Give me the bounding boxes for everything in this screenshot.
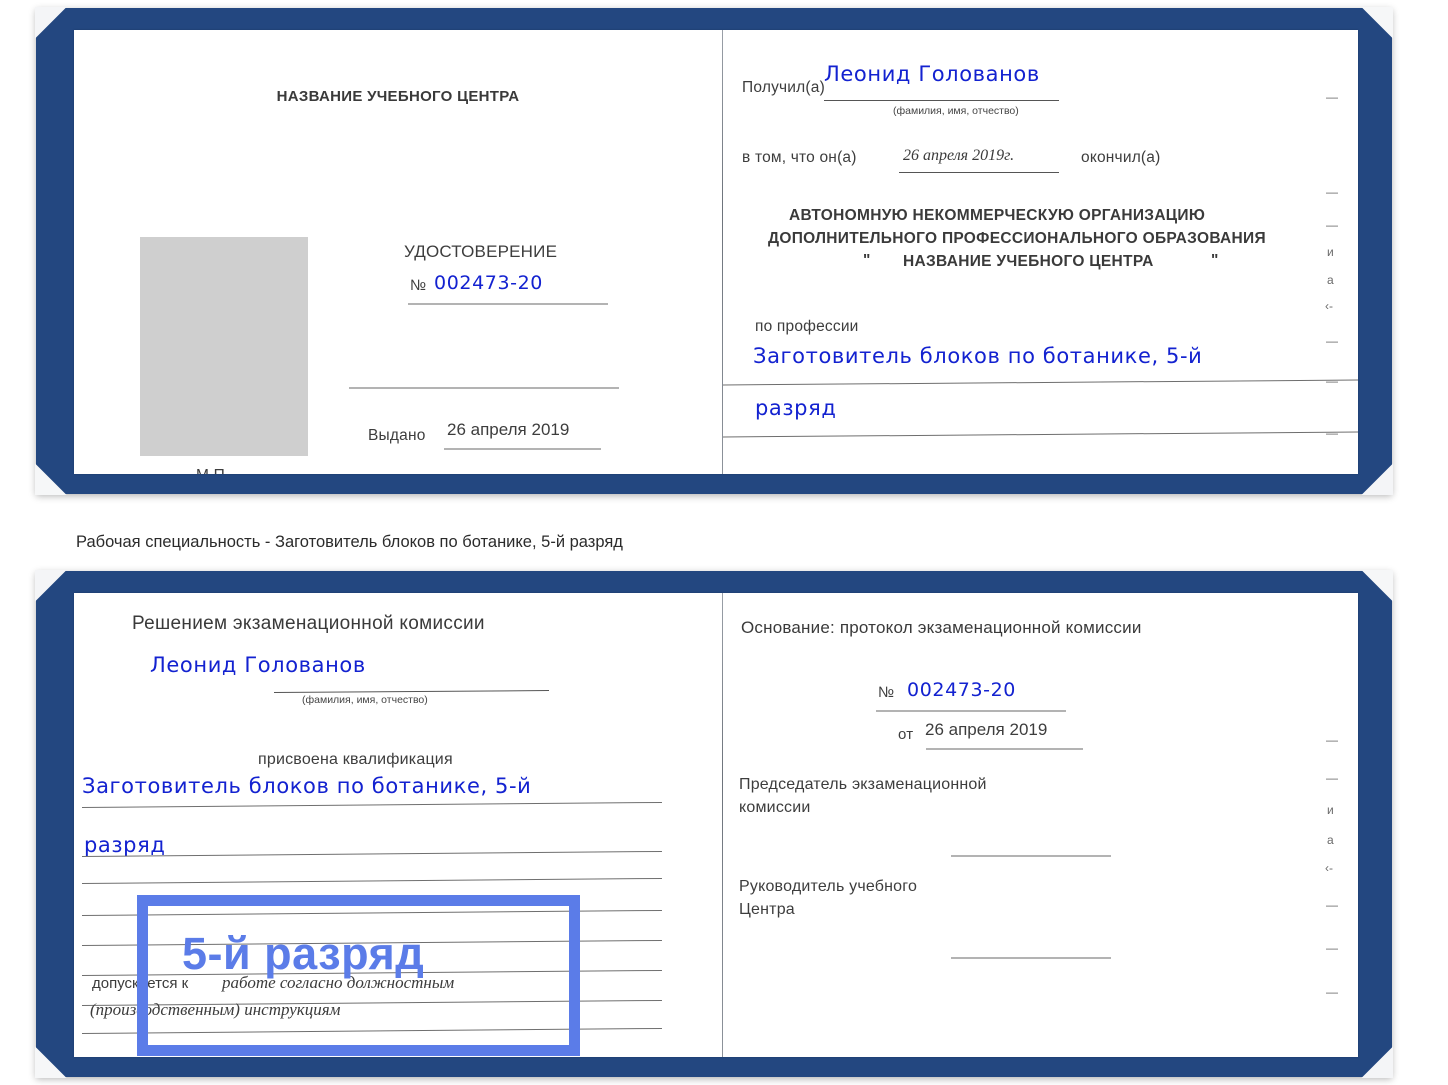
profession-rule-2 — [723, 431, 1358, 438]
profession-rule-1 — [723, 379, 1358, 386]
edge-fragment: — — [1326, 733, 1338, 747]
edge-fragment: а — [1327, 273, 1334, 287]
in-that-value: 26 апреля 2019г. — [903, 147, 1015, 164]
bottom-certificate-left-page: Решением экзаменационной комиссии Леонид… — [74, 593, 722, 1057]
chairman-signature-rule — [951, 855, 1111, 857]
head-label-line-1: Руководитель учебного — [739, 878, 918, 895]
top-certificate-paper: НАЗВАНИЕ УЧЕБНОГО ЦЕНТРА М.П. УДОСТОВЕРЕ… — [74, 30, 1358, 474]
edge-fragment: — — [1326, 941, 1338, 955]
protocol-number-value: 002473-20 — [907, 679, 1016, 701]
rule-line — [81, 801, 662, 808]
organization-quote-open: " — [863, 252, 871, 269]
top-certificate-folder: НАЗВАНИЕ УЧЕБНОГО ЦЕНТРА М.П. УДОСТОВЕРЕ… — [35, 7, 1393, 495]
received-value: Леонид Голованов — [824, 62, 1040, 86]
protocol-number-rule — [876, 710, 1066, 712]
profession-value-line-2: разряд — [755, 396, 837, 420]
issued-rule — [444, 448, 601, 450]
organization-quote-close: " — [1211, 252, 1219, 269]
protocol-date-label: от — [898, 726, 914, 743]
top-certificate-left-page: НАЗВАНИЕ УЧЕБНОГО ЦЕНТРА М.П. УДОСТОВЕРЕ… — [74, 30, 722, 474]
photo-placeholder — [140, 237, 308, 456]
rule-line — [81, 877, 662, 884]
chairman-label-line-2: комиссии — [739, 799, 811, 816]
edge-fragment: — — [1326, 218, 1338, 232]
bottom-certificate-paper: Решением экзаменационной комиссии Леонид… — [74, 593, 1358, 1057]
edge-fragment: ‹- — [1325, 861, 1333, 875]
finished-label: окончил(а) — [1081, 149, 1161, 166]
stamp-label: М.П. — [196, 467, 229, 474]
profession-label: по профессии — [755, 318, 859, 335]
edge-fragment: — — [1326, 334, 1338, 348]
page-caption: Рабочая специальность - Заготовитель бло… — [76, 533, 623, 551]
folder-corner-top-right — [1359, 7, 1393, 41]
training-center-name-title: НАЗВАНИЕ УЧЕБНОГО ЦЕНТРА — [276, 88, 520, 105]
protocol-date-rule — [926, 748, 1083, 750]
basis-label: Основание: протокол экзаменационной коми… — [741, 618, 1142, 637]
edge-fragment: а — [1327, 833, 1334, 847]
bottom-certificate-right-page: Основание: протокол экзаменационной коми… — [723, 593, 1358, 1057]
edge-fragment: — — [1326, 898, 1338, 912]
edge-fragment: и — [1327, 245, 1334, 259]
number-label: № — [410, 277, 427, 294]
edge-fragment: ‹- — [1325, 299, 1333, 313]
blank-rule — [349, 387, 619, 389]
edge-fragment: — — [1326, 426, 1338, 440]
organization-line-3: НАЗВАНИЕ УЧЕБНОГО ЦЕНТРА — [903, 253, 1154, 270]
received-rule — [824, 100, 1059, 101]
protocol-number-label: № — [878, 684, 895, 701]
highlight-callout-text: 5-й разряд — [182, 928, 425, 979]
edge-fragment: — — [1326, 771, 1338, 785]
organization-line-1: АВТОНОМНУЮ НЕКОММЕРЧЕСКУЮ ОРГАНИЗАЦИЮ — [789, 207, 1206, 224]
folder-corner-bottom-left — [35, 1044, 69, 1078]
chairman-label-line-1: Председатель экзаменационной — [739, 776, 987, 793]
folder-corner-top-right — [1359, 570, 1393, 604]
bottom-certificate-folder: Решением экзаменационной комиссии Леонид… — [35, 570, 1393, 1078]
in-that-rule — [899, 172, 1059, 173]
protocol-date-value: 26 апреля 2019 — [925, 720, 1048, 739]
edge-fragment: — — [1326, 185, 1338, 199]
edge-fragment: — — [1326, 985, 1338, 999]
number-value: 002473-20 — [434, 272, 543, 294]
udostoverenie-title: УДОСТОВЕРЕНИЕ — [404, 242, 558, 261]
organization-line-2: ДОПОЛНИТЕЛЬНОГО ПРОФЕССИОНАЛЬНОГО ОБРАЗО… — [768, 230, 1266, 247]
folder-corner-bottom-left — [35, 461, 69, 495]
issued-label: Выдано — [368, 427, 426, 444]
top-certificate-right-page: Получил(а) Леонид Голованов (фамилия, им… — [723, 30, 1358, 474]
received-label: Получил(а) — [742, 79, 825, 96]
edge-fragment: и — [1327, 803, 1334, 817]
rule-line — [81, 850, 662, 857]
received-hint: (фамилия, имя, отчество) — [893, 105, 1019, 117]
issued-value: 26 апреля 2019 — [447, 420, 570, 439]
profession-value-line-1: Заготовитель блоков по ботанике, 5-й — [753, 344, 1203, 368]
in-that-label: в том, что он(а) — [742, 149, 857, 166]
edge-fragment: — — [1326, 374, 1338, 388]
head-signature-rule — [951, 957, 1111, 959]
edge-fragment: — — [1326, 90, 1338, 104]
head-label-line-2: Центра — [739, 901, 795, 918]
number-rule — [408, 303, 608, 305]
